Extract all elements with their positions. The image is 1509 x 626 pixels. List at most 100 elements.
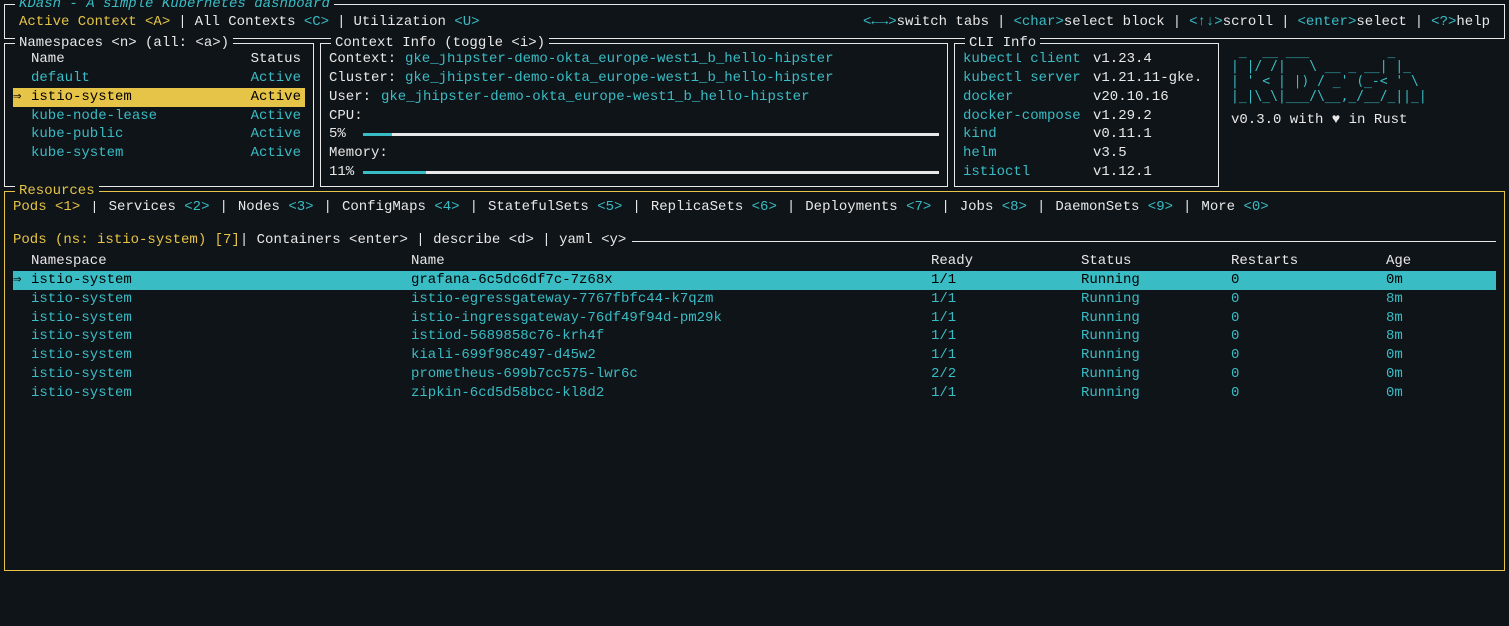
ctx-user-value: gke_jhipster-demo-okta_europe-west1_b_he… — [381, 88, 809, 107]
pod-status: Running — [1081, 290, 1231, 309]
help-key: <↑↓> — [1189, 13, 1223, 32]
help-hints: <←→> switch tabs|<char> select block|<↑↓… — [863, 13, 1490, 32]
pod-restarts: 0 — [1231, 309, 1386, 328]
ns-header: Name Status — [13, 50, 305, 69]
pod-status: Running — [1081, 271, 1231, 290]
help-separator: | — [997, 13, 1005, 32]
resource-tab[interactable]: ReplicaSets <6> — [651, 198, 777, 217]
cli-info-title: CLI Info — [965, 34, 1040, 53]
cli-info-panel: CLI Info kubectl clientv1.23.4kubectl se… — [954, 43, 1219, 187]
namespace-name: kube-public — [31, 125, 123, 144]
ctx-cpu-label: CPU: — [329, 107, 939, 126]
resource-tab[interactable]: DaemonSets <9> — [1055, 198, 1173, 217]
pod-row[interactable]: istio-systemistiod-5689858c76-krh4f1/1Ru… — [13, 327, 1496, 346]
pod-status: Running — [1081, 327, 1231, 346]
pod-status: Running — [1081, 309, 1231, 328]
pod-namespace: istio-system — [31, 365, 411, 384]
ctx-cpu-pct: 5% — [329, 125, 359, 144]
pod-namespace: istio-system — [31, 327, 411, 346]
pod-namespace: istio-system — [31, 290, 411, 309]
namespace-row[interactable]: kube-node-lease Active — [13, 107, 305, 126]
pod-age: 0m — [1386, 271, 1446, 290]
pod-row[interactable]: ⇒istio-systemgrafana-6c5dc6df7c-7z68x1/1… — [13, 271, 1496, 290]
namespace-row[interactable]: kube-publicActive — [13, 125, 305, 144]
namespace-row[interactable]: kube-systemActive — [13, 144, 305, 163]
resource-tab[interactable]: Services <2> — [109, 198, 210, 217]
arrow-icon: ⇒ — [13, 88, 21, 107]
top-tab[interactable]: All Contexts <C> — [195, 13, 329, 32]
pod-age: 8m — [1386, 309, 1446, 328]
resource-tab[interactable]: Jobs <8> — [960, 198, 1027, 217]
ctx-cluster-value: gke_jhipster-demo-okta_europe-west1_b_he… — [405, 69, 833, 88]
pod-row[interactable]: istio-systemistio-egressgateway-7767fbfc… — [13, 290, 1496, 309]
pod-namespace: istio-system — [31, 309, 411, 328]
resource-tab-separator: | — [219, 198, 227, 217]
pod-row[interactable]: istio-systemistio-ingressgateway-76df49f… — [13, 309, 1496, 328]
cli-name: kind — [963, 125, 1093, 144]
cli-name: docker-compose — [963, 107, 1093, 126]
pod-name: istio-egressgateway-7767fbfc44-k7qzm — [411, 290, 931, 309]
pod-status: Running — [1081, 365, 1231, 384]
tab-separator: | — [337, 13, 345, 32]
help-text: help — [1456, 13, 1490, 32]
cli-row: helmv3.5 — [963, 144, 1210, 163]
resource-tab[interactable]: More <0> — [1201, 198, 1268, 217]
pod-age: 8m — [1386, 327, 1446, 346]
pod-ready: 1/1 — [931, 327, 1081, 346]
resource-tab[interactable]: Deployments <7> — [805, 198, 931, 217]
tab-separator: | — [178, 13, 186, 32]
pod-age: 0m — [1386, 346, 1446, 365]
namespace-row[interactable]: ⇒istio-systemActive — [13, 88, 305, 107]
namespaces-panel: Namespaces <n> (all: <a>) Name Status de… — [4, 43, 314, 187]
cli-version: v1.29.2 — [1093, 107, 1152, 126]
pod-status: Running — [1081, 384, 1231, 403]
ns-col-status: Status — [251, 50, 301, 69]
help-key: <?> — [1431, 13, 1456, 32]
pod-row[interactable]: istio-systemkiali-699f98c497-d45w21/1Run… — [13, 346, 1496, 365]
context-info-title: Context Info (toggle <i>) — [331, 34, 549, 53]
resource-tab[interactable]: StatefulSets <5> — [488, 198, 622, 217]
pod-restarts: 0 — [1231, 346, 1386, 365]
namespace-row[interactable]: default Active — [13, 69, 305, 88]
arrow-icon: ⇒ — [13, 271, 21, 290]
resource-tab[interactable]: ConfigMaps <4> — [342, 198, 460, 217]
pods-header: Pods (ns: istio-system) [7] — [13, 231, 240, 250]
pod-row[interactable]: istio-systemzipkin-6cd5d58bcc-kl8d21/1Ru… — [13, 384, 1496, 403]
ctx-mem-label: Memory: — [329, 144, 939, 163]
cli-name: kubectl server — [963, 69, 1093, 88]
namespace-status: Active — [251, 107, 301, 126]
namespace-name: kube-system — [31, 144, 123, 163]
resource-tab-separator: | — [324, 198, 332, 217]
col-name: Name — [411, 252, 931, 271]
help-key: <char> — [1013, 13, 1063, 32]
resource-tab-separator: | — [632, 198, 640, 217]
top-tab[interactable]: Active Context <A> — [19, 13, 170, 32]
pod-name: zipkin-6cd5d58bcc-kl8d2 — [411, 384, 931, 403]
pod-name: istiod-5689858c76-krh4f — [411, 327, 931, 346]
resource-tab-separator: | — [787, 198, 795, 217]
help-separator: | — [1173, 13, 1181, 32]
top-tabs: Active Context <A> | All Contexts <C> | Util… — [19, 13, 480, 32]
help-key: <←→> — [863, 13, 897, 32]
pod-name: grafana-6c5dc6df7c-7z68x — [411, 271, 931, 290]
logo-ascii: _ __ ___ _ | |/ /| \ __ _ __| |_ | ' < |… — [1231, 45, 1499, 105]
namespace-name: default — [31, 69, 90, 88]
pod-restarts: 0 — [1231, 384, 1386, 403]
pod-namespace: istio-system — [31, 346, 411, 365]
pod-namespace: istio-system — [31, 384, 411, 403]
namespace-status: Active — [251, 69, 301, 88]
namespace-name: kube-node-lease — [31, 107, 157, 126]
pod-name: prometheus-699b7cc575-lwr6c — [411, 365, 931, 384]
context-info-panel: Context Info (toggle <i>) Context: gke_j… — [320, 43, 948, 187]
cli-row: dockerv20.10.16 — [963, 88, 1210, 107]
resource-tab[interactable]: Nodes <3> — [238, 198, 314, 217]
pod-row[interactable]: istio-systemprometheus-699b7cc575-lwr6c2… — [13, 365, 1496, 384]
version-line: v0.3.0 with ♥ in Rust — [1231, 111, 1499, 130]
cli-name: docker — [963, 88, 1093, 107]
ctx-mem-pct: 11% — [329, 163, 359, 182]
cli-version: v0.11.1 — [1093, 125, 1152, 144]
top-tab[interactable]: Utilization <U> — [354, 13, 480, 32]
cli-row: docker-composev1.29.2 — [963, 107, 1210, 126]
pod-ready: 2/2 — [931, 365, 1081, 384]
cli-version: v3.5 — [1093, 144, 1127, 163]
